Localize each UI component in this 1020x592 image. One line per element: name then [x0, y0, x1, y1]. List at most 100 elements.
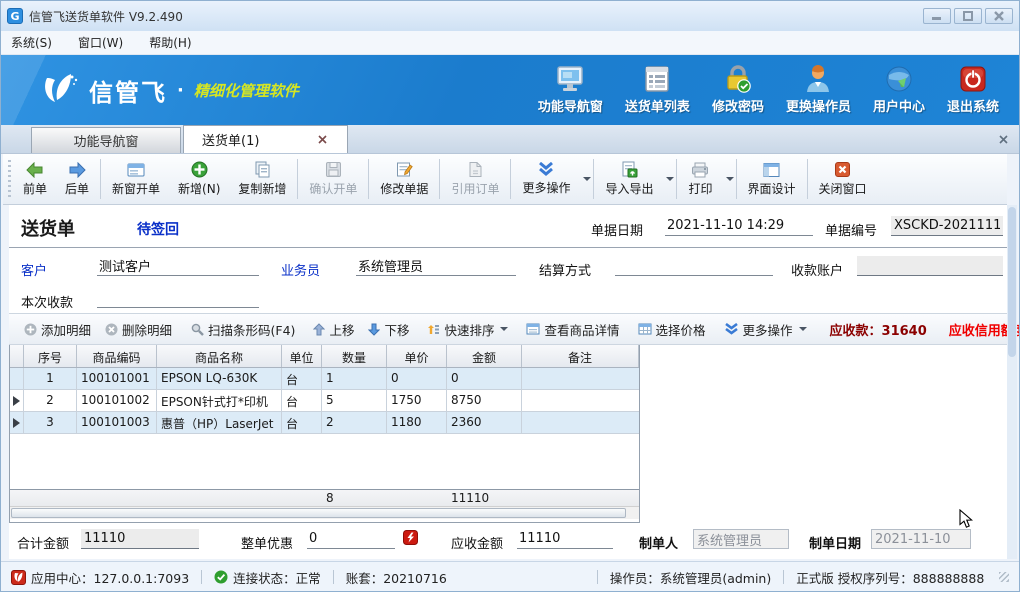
tabbar-close-icon[interactable]	[995, 131, 1011, 147]
due-amount-input[interactable]	[517, 529, 613, 549]
modify-doc-button[interactable]: 修改单据	[371, 157, 437, 201]
summary-qty-total: 8	[322, 490, 387, 506]
scrollbar-thumb[interactable]	[1008, 207, 1016, 357]
person-icon	[804, 65, 832, 93]
app-logo-icon: G	[7, 8, 23, 24]
due-amount-label: 应收金额	[451, 533, 503, 552]
banner-actions: 功能导航窗 送货单列表 修改密码	[532, 61, 1019, 119]
menu-system[interactable]: 系统(S)	[11, 34, 52, 51]
salesman-input[interactable]	[356, 256, 516, 276]
brand-block: 信管飞 · 精细化管理软件	[41, 72, 299, 108]
reference-order-button[interactable]: 引用订单	[442, 157, 508, 201]
add-detail-button[interactable]: 添加明细	[17, 317, 98, 342]
confirm-doc-button[interactable]: 确认开单	[300, 157, 366, 201]
receive-account-input[interactable]	[857, 256, 1003, 276]
table-row[interactable]: 1 100101001 EPSON LQ-630K 台 1 0 0	[10, 368, 639, 390]
next-doc-button[interactable]: 后单	[56, 157, 98, 201]
plus-circle-icon	[191, 161, 208, 178]
doc-no-label: 单据编号	[825, 220, 877, 239]
table-row[interactable]: 3 100101003 惠普（HP）LaserJet 台 2 1180 2360	[10, 412, 639, 434]
app-window: G 信管飞送货单软件 V9.2.490 系统(S) 窗口(W) 帮助(H) 信管…	[0, 0, 1020, 592]
detail-toolbar: 添加明细 删除明细 扫描条形码(F4) 上移 下移	[9, 313, 1007, 345]
doc-date-input[interactable]	[665, 216, 813, 236]
remove-circle-icon	[105, 323, 118, 336]
doc-no-input	[891, 216, 1003, 236]
scrollbar-thumb[interactable]	[11, 508, 626, 518]
detail-more-actions-button[interactable]: 更多操作	[717, 317, 814, 342]
lock-icon	[723, 65, 753, 93]
new-doc-button[interactable]: 新增(N)	[169, 157, 229, 201]
col-header-code[interactable]: 商品编码	[77, 345, 157, 367]
new-window-doc-button[interactable]: 新窗开单	[103, 157, 169, 201]
dropdown-caret-icon[interactable]	[726, 177, 734, 181]
main-toolbar: 前单 后单 新窗开单 新增(N) 复制新增	[3, 154, 1007, 205]
col-header-unit[interactable]: 单位	[282, 345, 322, 367]
customer-input[interactable]	[97, 256, 259, 276]
tab-close-icon[interactable]	[315, 133, 329, 147]
tab-nav-window[interactable]: 功能导航窗	[31, 127, 181, 153]
total-amount-label: 合计金额	[17, 533, 69, 552]
more-actions-button[interactable]: 更多操作	[513, 157, 579, 201]
close-button[interactable]	[985, 8, 1013, 24]
delete-detail-button[interactable]: 删除明细	[98, 317, 179, 342]
table-row[interactable]: 2 100101002 EPSON针式打*印机 台 5 1750 8750	[10, 390, 639, 412]
col-header-qty[interactable]: 数量	[322, 345, 387, 367]
exit-system-button[interactable]: 退出系统	[941, 61, 1005, 119]
account-set-status: 账套：20210716	[346, 568, 447, 587]
menu-help[interactable]: 帮助(H)	[149, 34, 191, 51]
globe-icon	[885, 65, 913, 93]
select-price-button[interactable]: 选择价格	[631, 317, 713, 342]
minimize-button[interactable]	[923, 8, 951, 24]
salesman-label[interactable]: 业务员	[281, 260, 320, 279]
col-header-amount[interactable]: 金额	[447, 345, 522, 367]
document-icon	[467, 161, 484, 178]
app-center-status: 应用中心：127.0.0.1:7093	[11, 568, 189, 587]
double-chevron-down-icon	[537, 162, 555, 177]
tab-delivery-order[interactable]: 送货单(1)	[183, 125, 348, 153]
col-header-name[interactable]: 商品名称	[157, 345, 282, 367]
close-window-button[interactable]: 关闭窗口	[810, 157, 876, 201]
prev-doc-button[interactable]: 前单	[14, 157, 56, 201]
vertical-scrollbar[interactable]	[1007, 205, 1017, 559]
payment-input[interactable]	[97, 288, 259, 308]
ui-design-icon	[763, 162, 780, 178]
items-grid: 序号 商品编码 商品名称 单位 数量 单价 金额 备注 1 100101001 …	[9, 345, 640, 523]
resize-grip[interactable]	[999, 572, 1009, 582]
nav-window-button[interactable]: 功能导航窗	[532, 61, 609, 119]
view-product-details-button[interactable]: 查看商品详情	[519, 317, 626, 342]
up-arrow-icon	[313, 323, 325, 336]
import-export-button[interactable]: 导入导出	[596, 157, 662, 201]
barcode-scanner-icon	[190, 323, 204, 336]
total-amount-input	[81, 529, 199, 549]
col-header-index[interactable]: 序号	[24, 345, 77, 367]
user-center-button[interactable]: 用户中心	[867, 61, 931, 119]
toolbar-grip	[8, 160, 11, 198]
settlement-input[interactable]	[615, 256, 773, 276]
move-down-button[interactable]: 下移	[361, 317, 416, 342]
discount-input[interactable]	[307, 529, 395, 549]
grid-horizontal-scrollbar[interactable]	[10, 506, 639, 519]
discount-action-icon[interactable]	[403, 530, 418, 545]
arrow-right-icon	[68, 162, 86, 178]
receive-account-label: 收款账户	[791, 260, 843, 279]
copy-new-button[interactable]: 复制新增	[229, 157, 295, 201]
dropdown-caret-icon[interactable]	[583, 177, 591, 181]
customer-label[interactable]: 客户	[21, 260, 47, 279]
menu-window[interactable]: 窗口(W)	[78, 34, 123, 51]
settlement-label: 结算方式	[539, 260, 591, 279]
move-up-button[interactable]: 上移	[306, 317, 361, 342]
ui-design-button[interactable]: 界面设计	[739, 157, 805, 201]
copy-icon	[254, 161, 271, 178]
col-header-note[interactable]: 备注	[522, 345, 639, 367]
quick-sort-button[interactable]: 快速排序	[420, 317, 515, 342]
dropdown-caret-icon[interactable]	[666, 177, 674, 181]
menu-bar: 系统(S) 窗口(W) 帮助(H)	[1, 31, 1019, 55]
switch-operator-button[interactable]: 更换操作员	[780, 61, 857, 119]
change-password-button[interactable]: 修改密码	[706, 61, 770, 119]
col-header-price[interactable]: 单价	[387, 345, 447, 367]
arrow-left-icon	[26, 162, 44, 178]
delivery-list-button[interactable]: 送货单列表	[619, 61, 696, 119]
print-button[interactable]: 打印	[679, 157, 721, 201]
scan-barcode-button[interactable]: 扫描条形码(F4)	[183, 317, 302, 342]
restore-button[interactable]	[954, 8, 982, 24]
